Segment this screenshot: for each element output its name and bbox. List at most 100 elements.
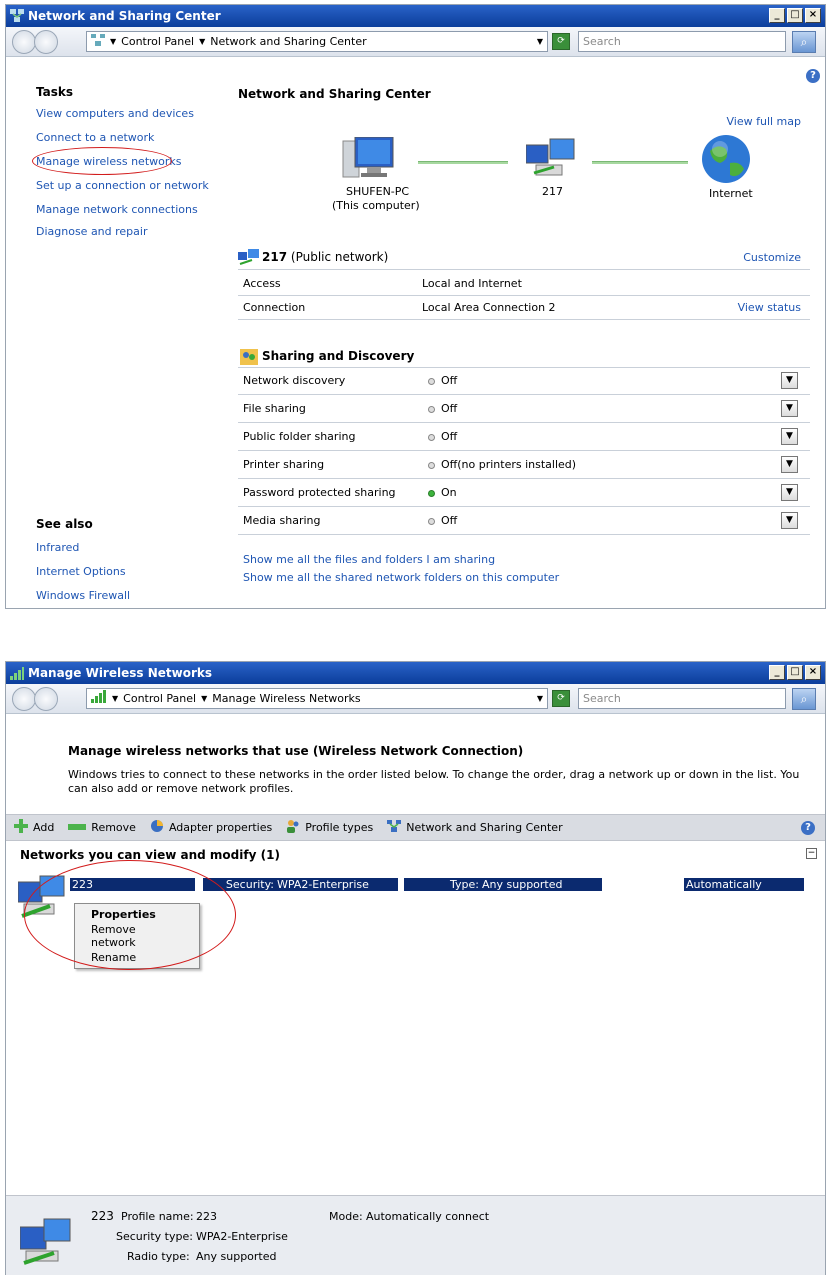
close-button[interactable]: × [805, 665, 821, 680]
sharing-row-label: Public folder sharing [243, 430, 356, 443]
sharing-heading: Sharing and Discovery [262, 349, 415, 363]
details-radio-value: Any supported [196, 1250, 277, 1263]
computer-icon [341, 136, 397, 184]
details-profile-value: 223 [196, 1210, 217, 1223]
breadcrumb-control-panel[interactable]: Control Panel [123, 692, 196, 705]
add-button[interactable]: Add [14, 819, 54, 836]
task-diagnose[interactable]: Diagnose and repair [36, 225, 148, 238]
maximize-button[interactable]: □ [787, 8, 803, 23]
expand-media-sharing-button[interactable]: ▼ [781, 512, 798, 529]
type-value: Any supported [482, 878, 602, 891]
address-dropdown-icon[interactable]: ▼ [537, 694, 543, 703]
title-bar[interactable]: Manage Wireless Networks _ □ × [6, 662, 825, 684]
see-also-internet-options[interactable]: Internet Options [36, 565, 126, 578]
manage-wireless-window: Manage Wireless Networks _ □ × ▼ Control… [5, 661, 826, 1275]
expand-file-sharing-button[interactable]: ▼ [781, 400, 798, 417]
remove-button[interactable]: Remove [68, 821, 136, 834]
show-shared-files-link[interactable]: Show me all the files and folders I am s… [243, 553, 495, 566]
sharing-row-value: Off [428, 374, 457, 387]
network-name-map: 217 [542, 185, 563, 198]
details-radio-label: Radio type: [127, 1250, 190, 1263]
address-field[interactable]: ▼ Control Panel ▼ Manage Wireless Networ… [86, 688, 548, 709]
search-icon[interactable]: ⌕ [792, 688, 816, 710]
view-status-link[interactable]: View status [738, 301, 801, 314]
expand-printer-sharing-button[interactable]: ▼ [781, 456, 798, 473]
search-input[interactable]: Search [578, 31, 786, 52]
refresh-icon[interactable]: ⟳ [552, 33, 570, 50]
address-field[interactable]: ▼ Control Panel ▼ Network and Sharing Ce… [86, 31, 548, 52]
task-view-computers[interactable]: View computers and devices [36, 107, 194, 120]
refresh-icon[interactable]: ⟳ [552, 690, 570, 707]
window-title: Manage Wireless Networks [28, 666, 212, 680]
access-label: Access [243, 277, 281, 290]
main-title: Network and Sharing Center [238, 87, 431, 101]
status-off-icon [428, 517, 435, 525]
address-bar-area: ▼ Control Panel ▼ Manage Wireless Networ… [6, 684, 825, 714]
profile-types-button[interactable]: Profile types [286, 819, 373, 836]
task-setup-connection[interactable]: Set up a connection or network [36, 179, 209, 192]
task-manage-connections[interactable]: Manage network connections [36, 203, 198, 216]
expand-public-folder-button[interactable]: ▼ [781, 428, 798, 445]
divider [238, 450, 810, 451]
adapter-properties-button[interactable]: Adapter properties [150, 819, 272, 836]
help-icon[interactable]: ? [806, 69, 820, 83]
address-network-icon [91, 33, 105, 50]
divider [238, 367, 810, 368]
page-heading: Manage wireless networks that use (Wirel… [68, 744, 524, 758]
help-icon[interactable]: ? [801, 821, 815, 835]
forward-button[interactable] [34, 29, 58, 54]
network-sharing-center-button[interactable]: Network and Sharing Center [387, 819, 563, 836]
address-wireless-icon [91, 690, 107, 707]
sharing-row-value: On [428, 486, 457, 499]
search-input[interactable]: Search [578, 688, 786, 709]
network-center-icon [387, 819, 402, 836]
window-title: Network and Sharing Center [28, 9, 221, 23]
divider [238, 422, 810, 423]
customize-link[interactable]: Customize [743, 251, 801, 264]
maximize-button[interactable]: □ [787, 665, 803, 680]
breadcrumb-current[interactable]: Manage Wireless Networks [212, 692, 360, 705]
expand-password-sharing-button[interactable]: ▼ [781, 484, 798, 501]
network-heading: 217 (Public network) [262, 250, 388, 264]
sharing-row-label: Printer sharing [243, 458, 325, 471]
status-off-icon [428, 377, 435, 385]
close-button[interactable]: × [805, 8, 821, 23]
minimize-button[interactable]: _ [769, 8, 785, 23]
task-connect-network[interactable]: Connect to a network [36, 131, 154, 144]
see-also-heading: See also [36, 517, 93, 531]
back-button[interactable] [12, 686, 36, 711]
sharing-row-label: Media sharing [243, 514, 321, 527]
sharing-row-label: File sharing [243, 402, 306, 415]
sharing-row-value: Off [428, 430, 457, 443]
security-value: WPA2-Enterprise [277, 878, 398, 891]
adapter-icon [150, 819, 164, 836]
expand-network-discovery-button[interactable]: ▼ [781, 372, 798, 389]
divider [238, 295, 810, 296]
collapse-icon[interactable]: − [806, 848, 817, 859]
sharing-icon [240, 349, 258, 368]
address-dropdown-icon[interactable]: ▼ [537, 37, 543, 46]
breadcrumb-control-panel[interactable]: Control Panel [121, 35, 194, 48]
search-icon[interactable]: ⌕ [792, 31, 816, 53]
back-button[interactable] [12, 29, 36, 54]
breadcrumb-arrow-icon: ▼ [110, 37, 117, 46]
sharing-row-value: Off [428, 514, 457, 527]
see-also-infrared[interactable]: Infrared [36, 541, 79, 554]
map-link-line [592, 161, 688, 164]
status-off-icon [428, 461, 435, 469]
divider [238, 319, 810, 320]
forward-button[interactable] [34, 686, 58, 711]
show-shared-folders-link[interactable]: Show me all the shared network folders o… [243, 571, 559, 584]
breadcrumb-current[interactable]: Network and Sharing Center [210, 35, 366, 48]
network-sharing-center-window: Network and Sharing Center _ □ × ▼ Contr… [5, 4, 826, 609]
title-bar[interactable]: Network and Sharing Center _ □ × [6, 5, 825, 27]
minimize-button[interactable]: _ [769, 665, 785, 680]
network-small-icon [238, 249, 260, 268]
details-mode-label: Mode: [329, 1210, 363, 1223]
view-full-map-link[interactable]: View full map [727, 115, 802, 128]
networks-list-heading: Networks you can view and modify (1) [20, 848, 280, 862]
internet-label: Internet [709, 187, 753, 200]
network-name: 217 [262, 250, 288, 264]
see-also-firewall[interactable]: Windows Firewall [36, 589, 130, 602]
sharing-row-label: Network discovery [243, 374, 346, 387]
